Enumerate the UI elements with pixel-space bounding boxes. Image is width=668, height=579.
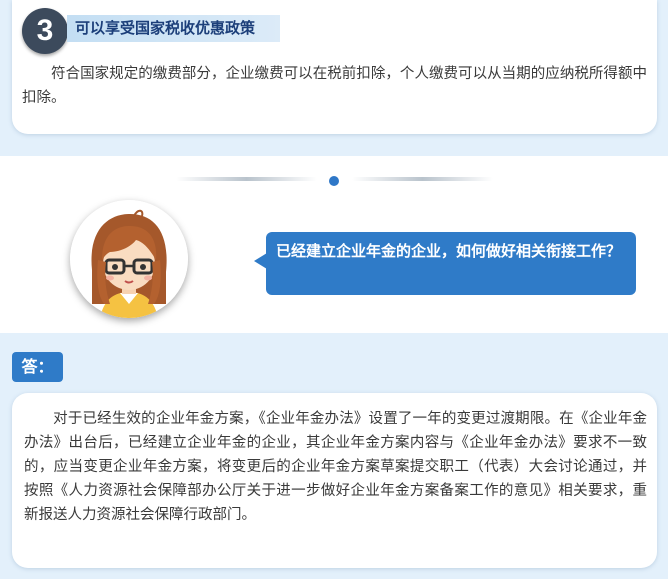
question-bubble: 已经建立企业年金的企业，如何做好相关衔接工作？ [266,232,636,295]
answer-body-text: 对于已经生效的企业年金方案，《企业年金办法》设置了一年的变更过渡期限。在《企业年… [24,411,647,523]
divider-line-left [176,177,317,181]
section-title: 可以享受国家税收优惠政策 [67,15,280,42]
answer-label: 答： [12,352,63,382]
section-body-text: 符合国家规定的缴费部分，企业缴费可以在税前扣除，个人缴费可以从当期的应纳税所得额… [22,66,647,106]
divider-dot [329,176,339,186]
divider-line-right [352,177,493,181]
section-number-badge: 3 [22,8,68,54]
girl-avatar-icon [70,200,188,318]
